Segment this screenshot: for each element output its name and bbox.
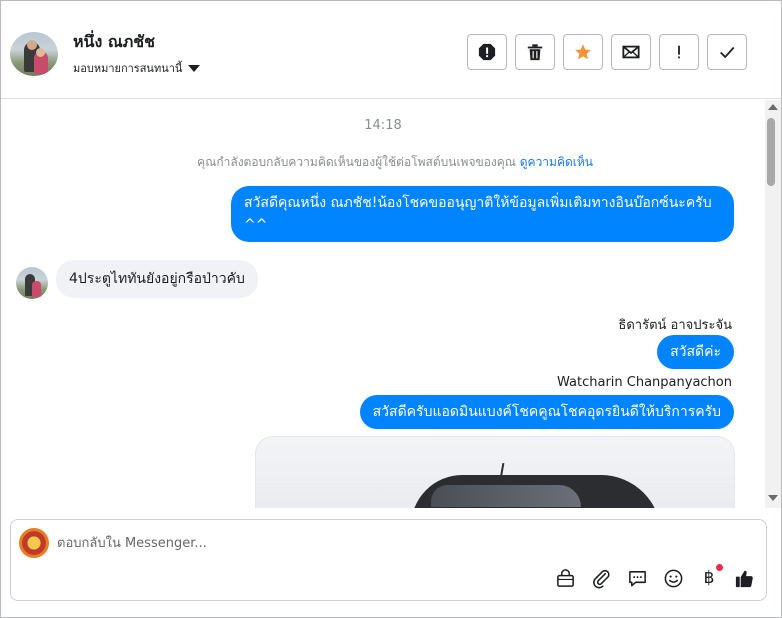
timestamp: 14:18 <box>364 118 402 133</box>
context-note-text: คุณกำลังตอบกลับความคิดเห็นของผู้ใช้ต่อโพ… <box>197 155 516 169</box>
context-note: คุณกำลังตอบกลับความคิดเห็นของผู้ใช้ต่อโพ… <box>1 153 765 172</box>
message-bubble-outgoing[interactable]: สวัสดีค่ะ <box>657 335 734 369</box>
trash-icon <box>527 44 543 61</box>
exclamation-icon <box>678 45 680 59</box>
star-icon <box>575 44 591 60</box>
reply-input[interactable] <box>57 532 737 554</box>
contact-avatar[interactable] <box>10 32 58 76</box>
delete-button[interactable] <box>515 34 555 70</box>
scrollbar-thumb[interactable] <box>767 118 775 186</box>
attach-button[interactable] <box>589 566 613 590</box>
payment-button[interactable]: ฿ <box>697 564 723 590</box>
view-comment-link[interactable]: ดูความคิดเห็น <box>520 155 593 169</box>
message-bubble-outgoing[interactable]: สวัสดีครับแอดมินแบงค์โชคคูณโชคอุดรยินดีใ… <box>359 395 734 429</box>
mark-done-button[interactable] <box>707 34 747 70</box>
smiley-icon <box>664 569 682 587</box>
reply-composer: ฿ <box>10 519 767 601</box>
exclamation-octagon-icon <box>478 43 496 61</box>
message-bubble-outgoing[interactable]: สวัสดีคุณหนึ่ง ณภชัช!น้องโชคขออนุญาติให้… <box>231 186 734 242</box>
conversation-header: หนึ่ง ณภชัช มอบหมายการสนทนานี้ <box>1 1 781 99</box>
message-bubble-incoming[interactable]: 4ประตูไททันยังอยู่กรือป่าวคับ <box>56 260 258 298</box>
sender-name: ธิดารัตน์ อาจประจัน <box>618 318 732 333</box>
follow-up-button[interactable] <box>659 34 699 70</box>
contact-avatar-small <box>16 267 48 299</box>
sender-name: Watcharin Chanpanyachon <box>557 375 732 390</box>
car-photo-attachment[interactable] <box>255 436 735 508</box>
shopping-bag-icon <box>556 568 574 587</box>
chat-bubble-icon <box>628 570 646 586</box>
scroll-up-arrow-icon[interactable] <box>768 104 778 110</box>
assign-conversation-dropdown[interactable]: มอบหมายการสนทนานี้ <box>73 59 201 77</box>
contact-name[interactable]: หนึ่ง ณภชัช <box>73 30 155 55</box>
caret-down-icon <box>188 64 201 72</box>
assign-label: มอบหมายการสนทนานี้ <box>73 62 183 75</box>
saved-replies-button[interactable] <box>625 566 649 590</box>
envelope-icon <box>622 45 640 59</box>
message-thread[interactable]: 14:18 คุณกำลังตอบกลับความคิดเห็นของผู้ใช… <box>1 100 765 508</box>
page-avatar <box>19 528 49 558</box>
star-button[interactable] <box>563 34 603 70</box>
thumbs-up-icon <box>735 570 753 587</box>
paperclip-icon <box>592 569 610 588</box>
emoji-button[interactable] <box>661 566 685 590</box>
spam-button[interactable] <box>467 34 507 70</box>
like-button[interactable] <box>732 566 756 590</box>
shop-button[interactable] <box>553 566 577 590</box>
baht-icon: ฿ <box>703 568 715 588</box>
notification-dot <box>716 564 723 571</box>
scroll-down-arrow-icon[interactable] <box>768 495 778 501</box>
messenger-window: หนึ่ง ณภชัช มอบหมายการสนทนานี้ 14:18 คุณ… <box>0 0 782 618</box>
mark-unread-button[interactable] <box>611 34 651 70</box>
check-icon <box>720 46 735 59</box>
